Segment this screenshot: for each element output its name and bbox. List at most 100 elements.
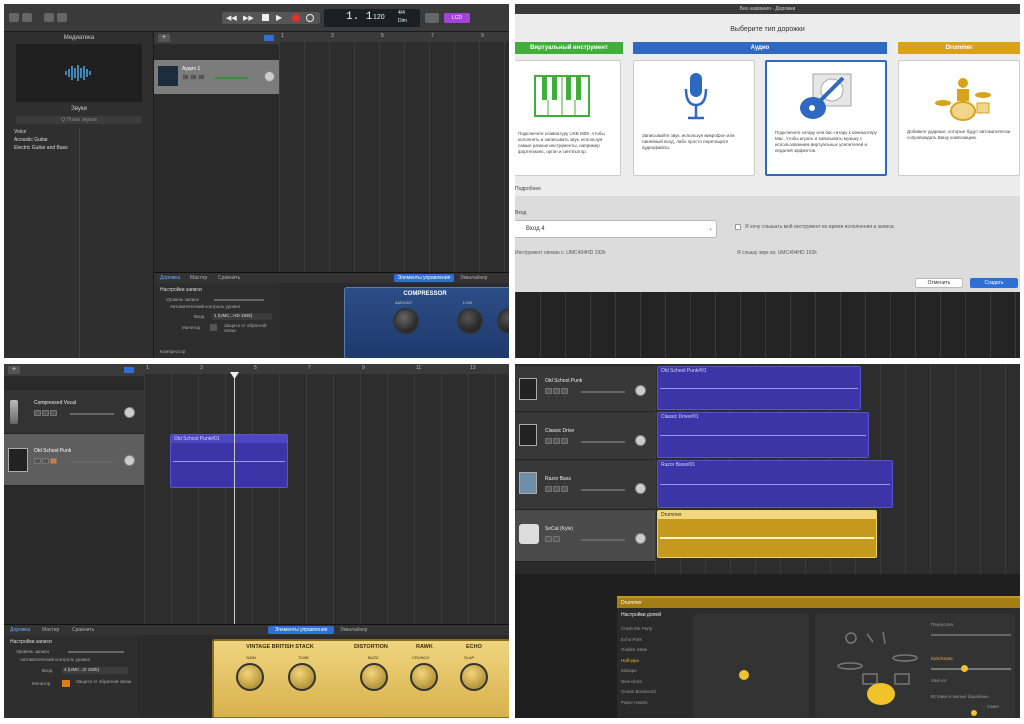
library-search-input[interactable]: Q Поиск звуков [16, 116, 142, 124]
xy-pad-puck[interactable] [739, 670, 749, 680]
solo-icon[interactable] [190, 74, 197, 80]
input-select[interactable]: 1 (UMC...HD 192k) [212, 313, 272, 320]
solo-icon[interactable] [553, 388, 560, 394]
software-instrument-card[interactable]: Подключите клавиатуру USB MIDI, чтобы ис… [515, 60, 621, 176]
record-enable-icon[interactable] [198, 74, 205, 80]
category-acoustic-guitar[interactable]: Acoustic Guitar [14, 136, 78, 144]
audio-region[interactable]: Old School Punk#01 [170, 434, 288, 488]
category-drummer[interactable]: Drummer [898, 42, 1020, 54]
record-enable-icon[interactable] [561, 486, 568, 492]
track-area[interactable]: Old School Punk#01 [144, 372, 509, 624]
tab-eq[interactable]: Эквалайзер [340, 627, 367, 633]
feedback-protection[interactable]: Защита от обратной связи [76, 679, 132, 684]
smart-tempo-icon[interactable] [124, 367, 134, 373]
monitor-toggle[interactable] [210, 324, 217, 331]
cancel-button[interactable]: Отменить [915, 278, 963, 288]
low-knob[interactable] [457, 308, 483, 334]
preset-item-selected[interactable]: Half-pipe [621, 656, 687, 667]
tab-controls[interactable]: Элементы управления [268, 626, 334, 634]
input-select[interactable]: 4 (UMC...D 192k) [62, 667, 128, 674]
preset-item[interactable]: Echo Park [621, 635, 687, 646]
region-old-school-punk[interactable]: Old School Punk#01 [657, 366, 861, 410]
volume-slider[interactable] [581, 441, 625, 443]
volume-slider[interactable] [70, 413, 114, 415]
mute-icon[interactable] [34, 458, 41, 464]
category-software-instrument[interactable]: Виртуальный инструмент [515, 42, 623, 54]
tab-eq[interactable]: Эквалайзер [460, 275, 487, 281]
drummer-card[interactable]: Добавьте ударные, которые будут автомати… [898, 60, 1020, 176]
auto-level-checkbox[interactable]: Автоматический контроль уровня [170, 304, 240, 309]
pan-knob[interactable] [635, 483, 646, 494]
region-razor-bass[interactable]: Razor Bass#01 [657, 460, 893, 508]
pan-knob[interactable] [264, 71, 275, 82]
mute-icon[interactable] [545, 536, 552, 542]
audio-mic-card[interactable]: Записывайте звук, используя микрофон или… [633, 60, 755, 176]
preset-item[interactable]: Crash the Party [621, 624, 687, 635]
solo-icon[interactable] [553, 438, 560, 444]
track-header-compressed-vocal[interactable]: Compressed Vocal [4, 390, 144, 434]
mute-icon[interactable] [34, 410, 41, 416]
hear-instrument-checkbox[interactable] [735, 224, 741, 230]
crunch-knob[interactable] [410, 663, 438, 691]
record-level-slider[interactable] [68, 651, 124, 653]
track-header-classic-drive[interactable]: Classic Drive [515, 412, 655, 460]
tuner-icon[interactable] [425, 13, 439, 23]
mute-icon[interactable] [182, 74, 189, 80]
add-track-icon[interactable]: + [158, 34, 170, 42]
record-icon[interactable] [292, 14, 300, 22]
region-drummer[interactable]: Drummer [657, 510, 877, 558]
solo-icon[interactable] [42, 410, 49, 416]
track-header-old-school-punk[interactable]: Old School Punk [4, 434, 144, 486]
editor-icon[interactable] [57, 13, 67, 22]
play-icon[interactable]: ▶ [276, 13, 282, 22]
preset-item[interactable]: Mixtape [621, 666, 687, 677]
solo-icon[interactable] [553, 536, 560, 542]
forward-icon[interactable]: ▶▶ [243, 14, 254, 22]
volume-slider[interactable] [581, 391, 625, 393]
mute-icon[interactable] [545, 486, 552, 492]
timeline-ruler[interactable]: 1 3 5 7 9 11 13 [144, 364, 509, 374]
tab-compare[interactable]: Сравнить [218, 275, 240, 281]
percussion-slider[interactable] [931, 634, 1011, 636]
volume-slider[interactable] [214, 77, 248, 79]
playhead-handle[interactable] [230, 372, 239, 379]
high-knob[interactable] [497, 308, 509, 334]
volume-slider[interactable] [70, 461, 114, 463]
solo-icon[interactable] [42, 458, 49, 464]
preset-item[interactable]: Ocean Boulevard [621, 687, 687, 698]
cycle-icon[interactable] [306, 14, 314, 22]
volume-slider[interactable] [581, 539, 625, 541]
category-electric-guitar[interactable]: Electric Guitar and Bass [14, 144, 78, 152]
tab-track[interactable]: Дорожка [160, 275, 180, 281]
add-track-icon[interactable]: + [8, 366, 20, 374]
smart-controls-icon[interactable] [44, 13, 54, 22]
record-level-slider[interactable] [214, 299, 264, 301]
volume-slider[interactable] [581, 489, 625, 491]
feedback-protection[interactable]: Защита от обратной связи [224, 323, 274, 333]
track-header-drummer[interactable]: SoCal (Kyle) [515, 510, 655, 562]
lcd-display[interactable]: 1. 1 120 4/4 Dim [324, 9, 420, 27]
mute-icon[interactable] [545, 388, 552, 394]
rewind-icon[interactable]: ◀◀ [226, 14, 237, 22]
pan-knob[interactable] [635, 533, 646, 544]
timeline-ruler[interactable]: 1 3 5 7 9 [279, 32, 509, 42]
tab-master[interactable]: Мастер [42, 627, 59, 633]
tone-knob[interactable] [288, 663, 316, 691]
tab-master[interactable]: Мастер [190, 275, 207, 281]
record-enable-icon[interactable] [561, 438, 568, 444]
record-enable-icon[interactable] [50, 458, 57, 464]
track-header-old-school-punk[interactable]: Old School Punk [515, 366, 655, 412]
record-enable-icon[interactable] [50, 410, 57, 416]
track-area[interactable] [279, 42, 509, 272]
kick-snare-slider[interactable] [931, 668, 1011, 670]
preset-item[interactable]: Paper Hearts [621, 698, 687, 709]
tab-compare[interactable]: Сравнить [72, 627, 94, 633]
create-button[interactable]: Создать [970, 278, 1018, 288]
category-audio[interactable]: Аудио [633, 42, 887, 54]
preset-item[interactable]: New Kicks [621, 677, 687, 688]
swing-thumb[interactable] [971, 710, 977, 716]
preset-item[interactable]: Golden State [621, 645, 687, 656]
gain-knob[interactable] [236, 663, 264, 691]
smart-tempo-icon[interactable] [264, 35, 274, 41]
details-toggle[interactable]: Подробнее [515, 186, 541, 192]
